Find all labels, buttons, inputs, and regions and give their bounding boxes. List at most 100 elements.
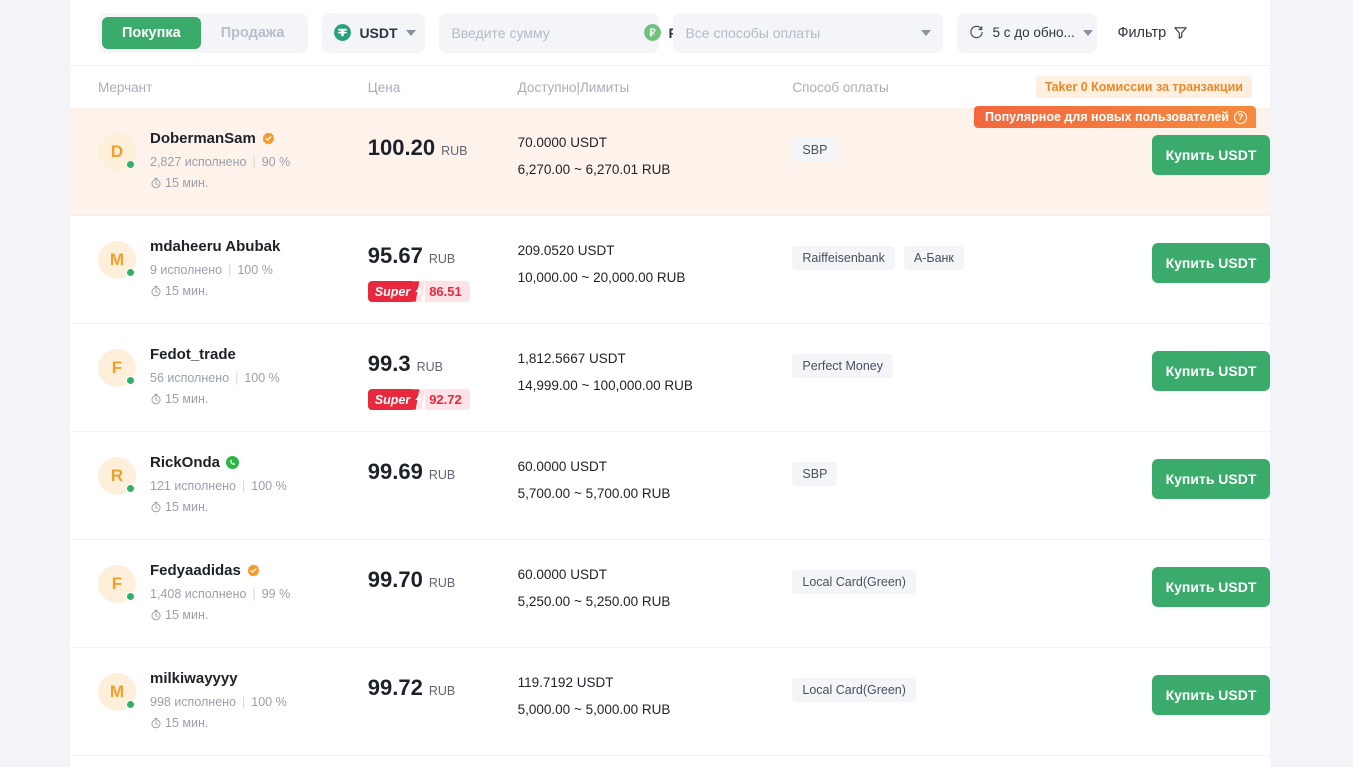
limits-range: 10,000.00 ~ 20,000.00 RUB [517,270,686,285]
release-time-label: 15 мин. [165,176,209,190]
avatar-wrap: M [98,241,136,279]
merchant-info: Fedot_trade 56 исполнено | 100 % 15 мин. [150,346,280,406]
table-header: Мерчант Цена Доступно|Лимиты Способ опла… [70,66,1270,128]
table-row[interactable]: M mdaheeru Abubak 9 исполнено | 100 % 15… [70,216,1270,324]
table-row[interactable]: F Fedot_trade 56 исполнено | 100 % 15 ми… [70,324,1270,432]
table-row[interactable]: M milkiwayyyy 998 исполнено | 100 % 15 м… [70,648,1270,756]
filter-button[interactable]: Фильтр [1117,25,1188,41]
orders-completed: 998 исполнено [150,695,237,709]
super-price-badge: Super 86.51 [367,281,470,302]
merchant-name: milkiwayyyy [150,670,238,687]
merchant-release-time: 15 мин. [150,500,287,514]
merchant-badge-slot [262,132,275,145]
price-value-row: 100.20 RUB [368,136,518,163]
payment-methods-cell: Raiffeisenbank А-Банк [792,238,1122,270]
buy-usdt-button[interactable]: Купить USDT [1152,675,1270,715]
payment-methods-cell: SBP [792,454,1122,486]
refresh-timer-select[interactable]: 5 с до обно... [957,12,1098,53]
price-cell: 99.3 RUB Super 92.72 [367,346,518,410]
available-amount: 119.7192 USDT [517,675,614,690]
completion-rate: 100 % [251,479,287,493]
completion-rate: 90 % [261,155,291,169]
limits-range: 14,999.00 ~ 100,000.00 RUB [517,378,693,393]
super-badge-slot: Super 92.72 [367,379,518,410]
available-cell: 60.0000 USDT 5,700.00 ~ 5,700.00 RUB [518,454,793,501]
timer-icon [151,717,161,729]
merchant-release-time: 15 мин. [150,608,290,622]
price-value-row: 99.70 RUB [368,568,518,595]
verified-gear-icon [262,132,275,145]
merchant-stats: 1,408 исполнено | 99 % [150,587,291,601]
amount-input[interactable] [439,13,645,52]
payment-method-select[interactable]: Все способы оплаты [673,12,944,53]
price-currency: RUB [416,360,443,374]
release-time-label: 15 мин. [165,608,209,622]
merchant-cell: F Fedot_trade 56 исполнено | 100 % 15 ми… [98,346,368,406]
online-status-dot [126,376,135,385]
super-badge-label: Super [367,389,413,410]
merchant-name-row[interactable]: Fedyaadidas [150,562,290,579]
price-value-row: 95.67 RUB [368,244,518,271]
super-badge-slot: Super 86.51 [367,271,518,302]
merchant-name-row[interactable]: mdaheeru Abubak [150,238,286,255]
popular-for-new-users-badge: Популярное для новых пользователей ? [973,106,1256,128]
price-value-row: 99.72 RUB [368,676,518,703]
timer-icon [151,393,161,405]
release-time-label: 15 мин. [165,284,209,298]
available-cell: 209.0520 USDT 10,000.00 ~ 20,000.00 RUB [518,238,793,285]
payment-method-chip: Raiffeisenbank [792,246,895,270]
merchant-name-row[interactable]: Fedot_trade [150,346,280,363]
merchant-badge-slot [247,564,260,577]
rub-icon [644,24,662,41]
tab-sell[interactable]: Продажа [201,17,305,49]
merchant-name-row[interactable]: DobermanSam [150,130,290,147]
amount-field[interactable]: RUB [439,12,721,53]
limits-range: 5,700.00 ~ 5,700.00 RUB [517,486,671,501]
buy-usdt-button[interactable]: Купить USDT [1152,459,1270,499]
merchant-stats: 2,827 исполнено | 90 % [150,155,291,169]
help-icon[interactable]: ? [1234,110,1247,124]
price-value: 99.72 [367,675,423,700]
timer-icon [151,501,161,513]
price-currency: RUB [428,252,456,266]
available-amount: 70.0000 USDT [517,135,607,150]
table-row[interactable]: R RickOnda 121 исполнено | 100 % 15 мин.… [70,432,1270,540]
coin-select[interactable]: USDT [322,12,426,53]
tab-buy[interactable]: Покупка [102,16,201,49]
orders-completed: 56 исполнено [150,371,230,385]
available-amount: 60.0000 USDT [517,459,607,474]
completion-rate: 100 % [251,695,287,709]
refresh-icon [970,25,984,39]
merchant-name: Fedyaadidas [150,562,241,579]
merchant-stats: 9 исполнено | 100 % [150,263,273,277]
table-row[interactable]: F Fedyaadidas 1,408 исполнено | 99 % 15 … [70,540,1270,648]
merchant-name-row[interactable]: milkiwayyyy [150,670,287,687]
available-amount: 1,812.5667 USDT [517,351,626,366]
merchant-release-time: 15 мин. [150,284,286,298]
merchant-name: RickOnda [150,454,221,471]
action-cell: Купить USDT [1122,346,1270,391]
price-cell: 99.70 RUB [368,562,518,595]
payment-method-chip: Local Card(Green) [792,678,916,702]
release-time-label: 15 мин. [165,500,209,514]
buy-usdt-button[interactable]: Купить USDT [1152,351,1270,391]
p2p-offers-page: Покупка Продажа USDT RUB [0,0,1353,767]
buy-usdt-button[interactable]: Купить USDT [1152,567,1270,607]
price-value: 95.67 [367,243,423,268]
merchant-info: DobermanSam 2,827 исполнено | 90 % 15 мин. [150,130,290,190]
merchant-name: mdaheeru Abubak [150,238,281,255]
price-currency: RUB [428,684,456,698]
buy-sell-toggle[interactable]: Покупка Продажа [98,12,309,53]
buy-usdt-button[interactable]: Купить USDT [1152,135,1270,175]
completion-rate: 100 % [237,263,273,277]
buy-usdt-button[interactable]: Купить USDT [1152,243,1270,283]
merchant-cell: D DobermanSam 2,827 исполнено | 90 % 15 … [98,130,368,190]
available-cell: 60.0000 USDT 5,250.00 ~ 5,250.00 RUB [518,562,793,609]
merchant-name-row[interactable]: RickOnda [150,454,287,471]
filter-button-label: Фильтр [1117,24,1167,41]
merchant-info: mdaheeru Abubak 9 исполнено | 100 % 15 мин… [150,238,286,298]
merchant-release-time: 15 мин. [150,392,280,406]
online-status-dot [126,700,135,709]
merchant-cell: F Fedyaadidas 1,408 исполнено | 99 % 15 … [98,562,368,622]
avatar-wrap: M [98,673,136,711]
